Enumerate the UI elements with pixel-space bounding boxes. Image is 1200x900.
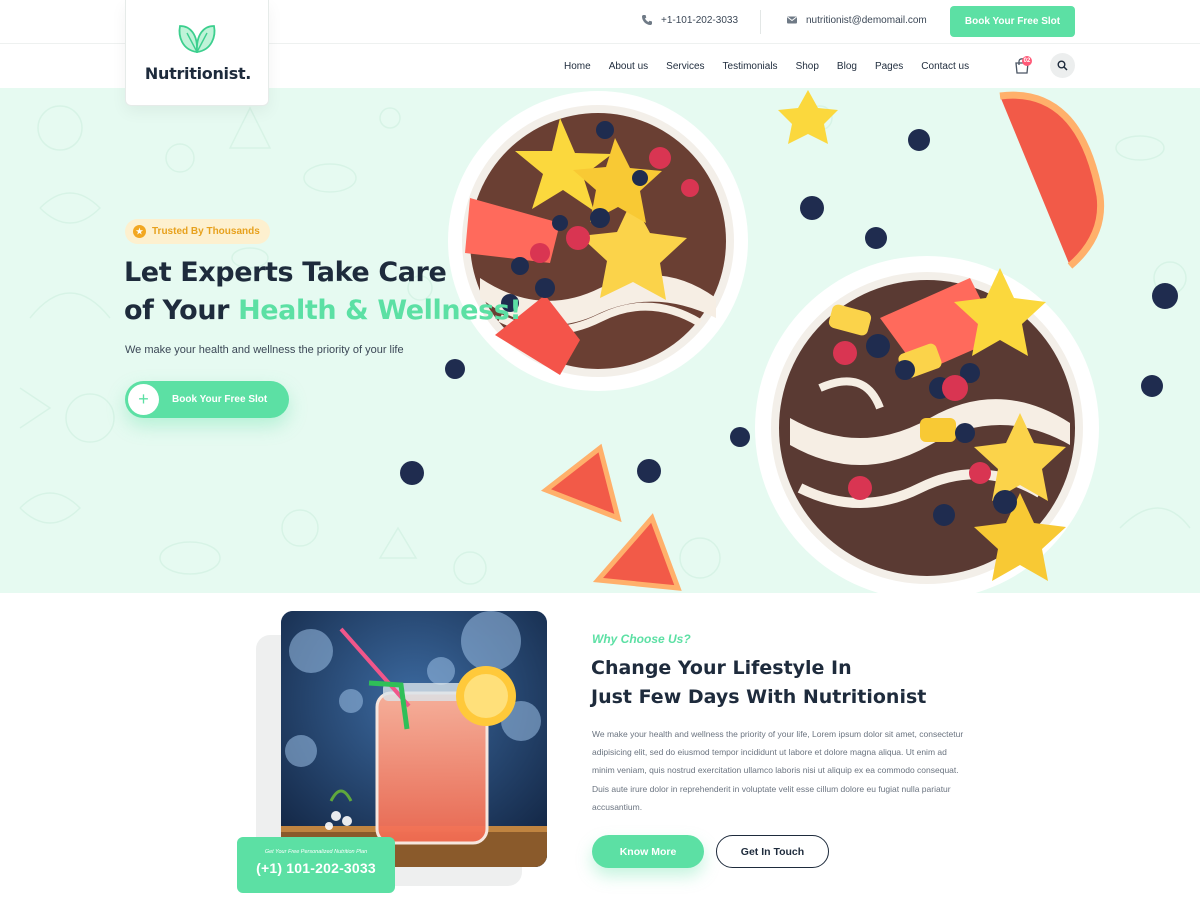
smoothie-bowls-image	[400, 90, 1178, 593]
logo[interactable]: Nutritionist.	[125, 0, 269, 106]
nav-pages[interactable]: Pages	[866, 61, 912, 72]
section-body: We make your health and wellness the pri…	[592, 729, 964, 812]
contact-phone[interactable]: +1-101-202-3033	[641, 14, 738, 26]
phone-text: +1-101-202-3033	[661, 14, 739, 26]
book-slot-button-hero[interactable]: + Book Your Free Slot	[125, 381, 289, 418]
juice-photo	[281, 611, 547, 867]
nav-contact[interactable]: Contact us	[912, 61, 978, 72]
search-button[interactable]	[1050, 53, 1075, 78]
hero-title: Let Experts Take Care of Your Health & W…	[124, 254, 524, 330]
nav-blog[interactable]: Blog	[828, 61, 866, 72]
trusted-badge: ★ Trusted By Thousands	[125, 219, 270, 244]
hero-title-line1: Let Experts Take Care	[124, 257, 447, 288]
brand-name: Nutritionist.	[144, 64, 252, 83]
section-title-line1: Change Your Lifestyle In	[591, 657, 852, 679]
star-icon: ★	[133, 225, 146, 238]
know-more-button[interactable]: Know More	[592, 835, 704, 868]
email-text: nutritionist@demomail.com	[806, 14, 927, 26]
nav-about[interactable]: About us	[600, 61, 657, 72]
hero-title-highlight: Health & Wellness!	[238, 295, 522, 326]
phone-icon	[642, 15, 652, 25]
mail-icon	[787, 16, 797, 24]
divider	[760, 10, 761, 34]
get-in-touch-button[interactable]: Get In Touch	[716, 835, 829, 868]
promo-card[interactable]: Get Your Free Personalized Nutrition Pla…	[237, 837, 395, 893]
hero-section: ★ Trusted By Thousands Let Experts Take …	[0, 88, 1200, 593]
nav-home[interactable]: Home	[555, 61, 600, 72]
main-nav: Home About us Services Testimonials Shop…	[555, 44, 978, 88]
promo-phone: (+1) 101-202-3033	[256, 860, 376, 876]
hero-title-prefix: of Your	[124, 295, 239, 326]
leaf-icon	[178, 25, 216, 54]
section-title-line2: Just Few Days With Nutritionist	[591, 686, 927, 708]
nav-testimonials[interactable]: Testimonials	[714, 61, 787, 72]
section-title: Change Your Lifestyle In Just Few Days W…	[591, 654, 971, 712]
nav-services[interactable]: Services	[657, 61, 713, 72]
section-eyebrow: Why Choose Us?	[592, 632, 691, 646]
hero-cta-label: Book Your Free Slot	[172, 394, 268, 405]
promo-caption: Get Your Free Personalized Nutrition Pla…	[264, 849, 368, 855]
cart-count-badge: 02	[1022, 56, 1032, 66]
book-slot-button-top[interactable]: Book Your Free Slot	[950, 6, 1075, 37]
contact-email[interactable]: nutritionist@demomail.com	[786, 14, 927, 26]
juice-glass-image	[281, 611, 547, 867]
hero-subtitle: We make your health and wellness the pri…	[125, 344, 404, 356]
plus-icon: +	[128, 384, 159, 415]
badge-text: Trusted By Thousands	[152, 226, 260, 237]
search-icon	[1057, 60, 1068, 71]
nav-shop[interactable]: Shop	[787, 61, 828, 72]
